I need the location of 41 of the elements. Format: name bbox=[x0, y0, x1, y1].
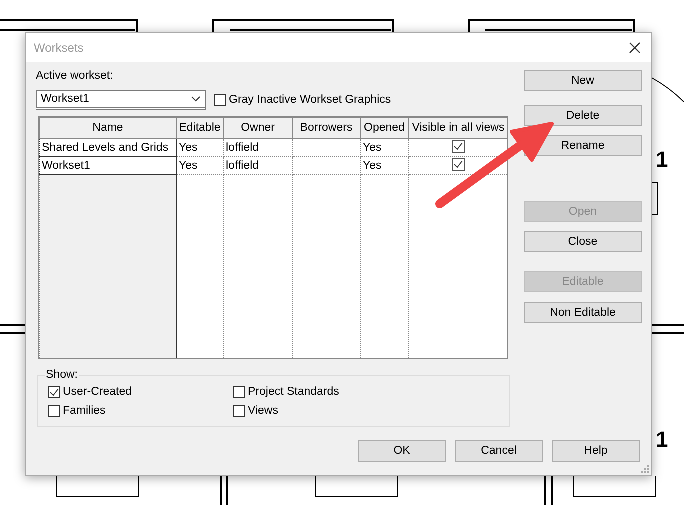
dialog-button[interactable]: Cancel bbox=[455, 440, 543, 462]
column-header[interactable]: Visible in all views bbox=[408, 118, 507, 138]
dialog-button[interactable]: Close bbox=[524, 231, 642, 252]
checkbox[interactable] bbox=[233, 386, 245, 398]
checkbox[interactable] bbox=[233, 405, 245, 417]
dialog-button[interactable]: New bbox=[524, 70, 642, 91]
table-cell: Yes bbox=[360, 156, 408, 174]
checkbox-label[interactable]: Families bbox=[63, 405, 106, 417]
checkbox[interactable] bbox=[452, 158, 465, 171]
dialog-button[interactable]: OK bbox=[358, 440, 446, 462]
checkbox-label[interactable]: Views bbox=[248, 405, 278, 417]
table-cell: loffield bbox=[224, 156, 292, 174]
checkbox-label[interactable]: Project Standards bbox=[248, 386, 340, 398]
dialog-button[interactable]: Non Editable bbox=[524, 302, 642, 323]
checkbox[interactable] bbox=[48, 386, 60, 398]
row-header-cell[interactable]: Shared Levels and Grids bbox=[40, 138, 176, 156]
active-workset-dropdown[interactable]: Workset1 bbox=[36, 90, 206, 110]
table-cell: Yes bbox=[360, 138, 408, 156]
level-number: 1 bbox=[656, 427, 668, 453]
checkbox-label[interactable]: Gray Inactive Workset Graphics bbox=[229, 94, 392, 106]
column-header[interactable]: Opened bbox=[360, 118, 408, 138]
level-number: 1 bbox=[656, 147, 668, 173]
dialog-button[interactable]: Delete bbox=[524, 105, 642, 126]
table-cell: loffield bbox=[224, 138, 292, 156]
checkbox[interactable] bbox=[48, 405, 60, 417]
show-label: Show: bbox=[45, 369, 79, 381]
active-workset-label: Active workset: bbox=[36, 70, 114, 84]
table-cell: Yes bbox=[176, 138, 224, 156]
checkbox-label[interactable]: User-Created bbox=[63, 386, 132, 398]
column-header[interactable]: Editable bbox=[176, 118, 224, 138]
checkbox[interactable] bbox=[452, 140, 465, 153]
column-header[interactable]: Borrowers bbox=[292, 118, 360, 138]
column-header[interactable]: Owner bbox=[224, 118, 292, 138]
close-icon[interactable] bbox=[629, 42, 641, 54]
dialog-button[interactable]: Help bbox=[552, 440, 640, 462]
resize-grip-icon[interactable] bbox=[641, 465, 649, 473]
column-header[interactable]: Name bbox=[40, 118, 176, 138]
chevron-icon bbox=[191, 96, 201, 102]
checkbox[interactable] bbox=[214, 94, 226, 106]
window-title: Worksets bbox=[34, 40, 84, 54]
table-cell: Yes bbox=[176, 156, 224, 174]
